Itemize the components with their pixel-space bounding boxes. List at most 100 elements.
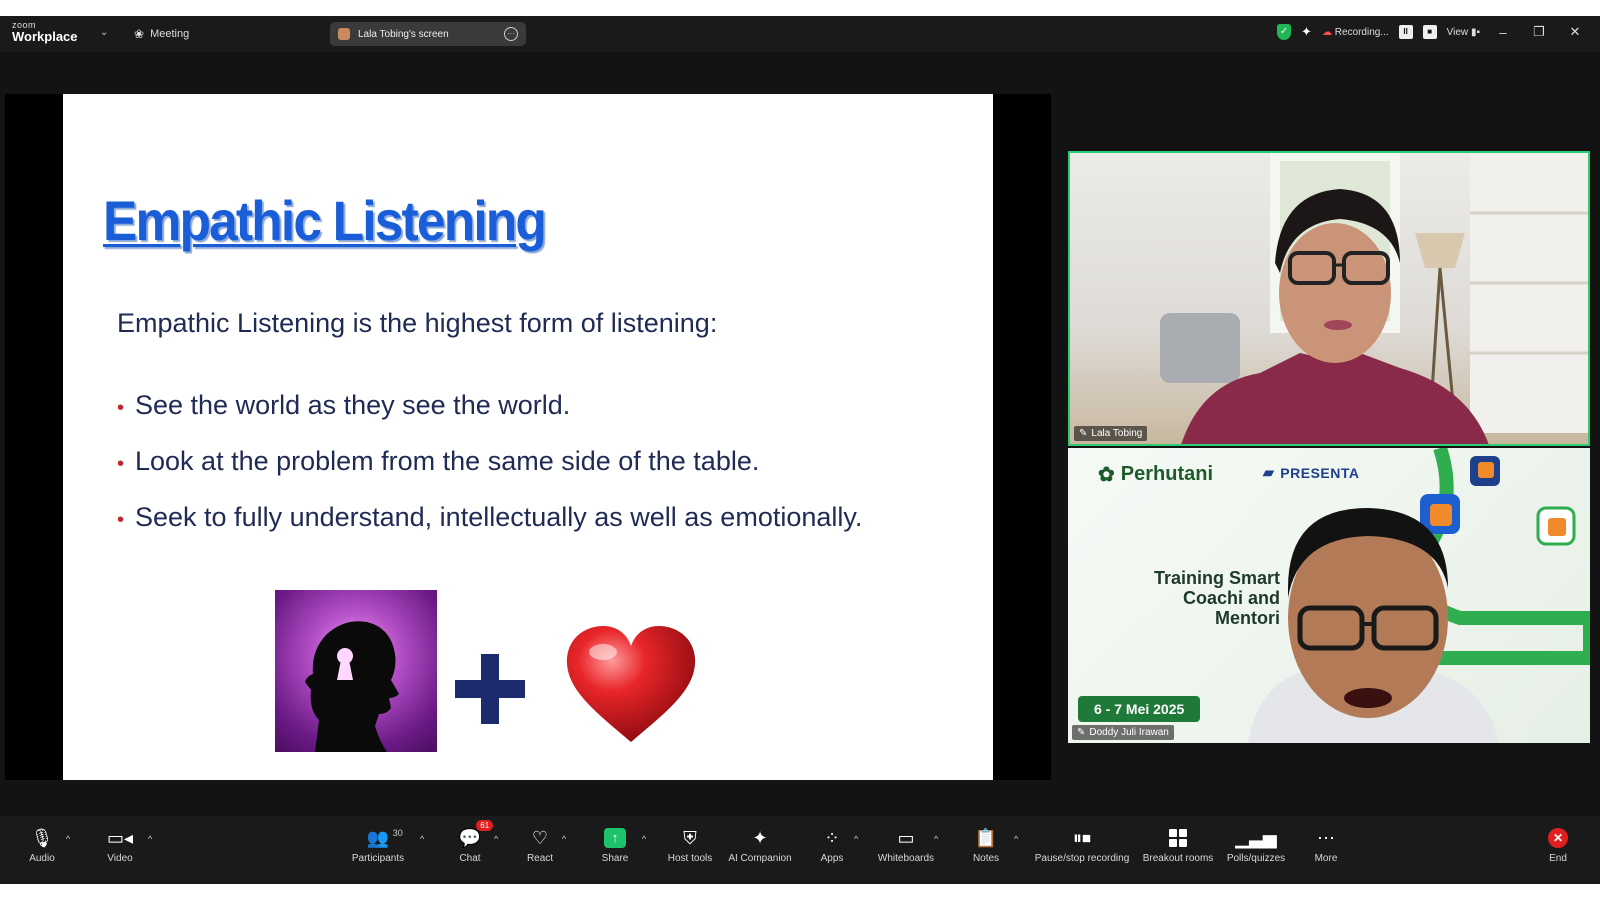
share-label: Share — [601, 853, 629, 864]
more-dots-icon: ⋯ — [1317, 827, 1335, 848]
minimize-icon[interactable]: – — [1490, 25, 1516, 40]
audio-button[interactable]: 🎙 Audio — [0, 826, 87, 865]
heart-icon — [566, 626, 696, 742]
slide-bullets: • See the world as they see the world. • L… — [117, 390, 862, 558]
plus-sign-icon — [455, 654, 525, 724]
room-background — [1160, 153, 1588, 444]
recording-cloud-icon: ☁ — [1321, 26, 1332, 38]
camera-icon: ▭◂ — [106, 827, 134, 848]
head-keyhole-image — [275, 590, 437, 752]
breakout-grid-icon — [1169, 826, 1187, 850]
end-meeting-button[interactable]: ✕ End — [1513, 826, 1600, 864]
notes-options-caret-icon[interactable]: ^ — [1014, 834, 1018, 844]
video-tile-participant[interactable]: ✿ Perhutani ▰ PRESENTA Training Smart Coac… — [1068, 448, 1590, 743]
more-options-icon[interactable]: ··· — [504, 27, 518, 41]
title-bar-right: ✓ ✦ ☁ Recording... II ■ View ▮▪ – ❐ ✕ — [1277, 24, 1588, 40]
host-tools-label: Host tools — [667, 853, 713, 864]
end-icon: ✕ — [1548, 826, 1568, 850]
share-screen-icon: ↑ — [604, 826, 626, 850]
breakout-rooms-button[interactable]: Breakout rooms — [1133, 826, 1223, 864]
close-icon[interactable]: ✕ — [1562, 24, 1588, 40]
bullet-text: Seek to fully understand, intellectually… — [135, 502, 863, 532]
participants-options-caret-icon[interactable]: ^ — [420, 834, 424, 844]
bullet-dot: • — [117, 397, 125, 419]
participants-label: Participants — [351, 853, 405, 864]
react-label: React — [526, 853, 554, 864]
view-grid-icon: ▮▪ — [1470, 26, 1480, 38]
pause-stop-recording-button[interactable]: ⏸⏹ Pause/stop recording — [1035, 826, 1130, 865]
paw-icon: ❀ — [134, 27, 145, 41]
video-button[interactable]: ▭◂ Video — [75, 826, 165, 865]
whiteboard-icon: ▭ — [897, 827, 915, 848]
react-options-caret-icon[interactable]: ^ — [562, 834, 566, 844]
bullet-dot: • — [117, 509, 125, 531]
slide-title: Empathic Listening — [103, 189, 547, 252]
pause-recording-icon[interactable]: II — [1398, 25, 1413, 39]
bullet-text: Look at the problem from the same side o… — [135, 446, 760, 476]
presentation-slide: Empathic Listening Empathic Listening is… — [63, 94, 993, 780]
shared-screen-label: Lala Tobing's screen — [358, 28, 449, 40]
view-button[interactable]: View ▮▪ — [1447, 27, 1480, 38]
chat-unread-badge: 61 — [476, 820, 494, 831]
apps-options-caret-icon[interactable]: ^ — [854, 834, 858, 844]
microphone-icon: 🎙 — [30, 827, 54, 848]
bullet-text: See the world as they see the world. — [135, 390, 571, 420]
event-date-badge: 6 - 7 Mei 2025 — [1078, 696, 1201, 722]
participants-icon: 👥 30 — [366, 827, 403, 848]
logo-big-text: Workplace — [12, 29, 78, 44]
bar-chart-icon: ▁▃▅ — [1235, 827, 1277, 848]
participant-name: Doddy Juli Irawan — [1089, 727, 1169, 738]
zoom-window: zoom Workplace ⌄ ❀ Meeting Lala Tobing's… — [0, 16, 1600, 884]
list-item: • Seek to fully understand, intellectuall… — [117, 502, 862, 558]
ai-sparkle-icon[interactable]: ✦ — [1301, 24, 1312, 40]
pin-icon: ✎ — [1079, 428, 1088, 439]
heart-outline-icon: ♡ — [531, 827, 549, 848]
chevron-down-icon[interactable]: ⌄ — [100, 27, 108, 38]
video-options-caret-icon[interactable]: ^ — [148, 834, 152, 844]
restore-icon[interactable]: ❐ — [1526, 24, 1552, 40]
meeting-menu[interactable]: ❀ Meeting — [134, 27, 189, 41]
notes-icon: 📋 — [974, 827, 998, 848]
notes-label: Notes — [972, 853, 1000, 864]
breakout-rooms-label: Breakout rooms — [1142, 853, 1214, 864]
end-label: End — [1549, 853, 1567, 864]
chat-label: Chat — [459, 853, 481, 864]
list-item: • See the world as they see the world. — [117, 390, 862, 446]
security-shield-icon[interactable]: ✓ — [1277, 24, 1292, 40]
whiteboards-label: Whiteboards — [877, 853, 935, 864]
participant-name-tag: ✎ Lala Tobing — [1074, 426, 1148, 441]
host-shield-icon: ⛨ — [683, 827, 697, 848]
presenter-avatar — [338, 28, 350, 40]
apps-icon: ⁘ — [824, 827, 840, 848]
stop-recording-icon[interactable]: ■ — [1422, 25, 1437, 39]
audio-options-caret-icon[interactable]: ^ — [66, 834, 70, 844]
view-label: View — [1446, 26, 1469, 38]
whiteboards-button[interactable]: ▭ Whiteboards — [861, 826, 951, 865]
meeting-toolbar: 🎙 Audio ^ ▭◂ Video ^ 👥 30 Participants ^ … — [0, 816, 1600, 884]
participant-name: Lala Tobing — [1091, 428, 1143, 439]
meeting-label: Meeting — [150, 28, 190, 40]
participants-count: 30 — [392, 828, 403, 838]
list-item: • Look at the problem from the same side … — [117, 446, 862, 502]
more-label: More — [1314, 853, 1338, 864]
title-bar: zoom Workplace ⌄ ❀ Meeting Lala Tobing's… — [0, 16, 1600, 52]
notes-button[interactable]: 📋 Notes — [941, 826, 1031, 865]
polls-label: Polls/quizzes — [1226, 853, 1286, 864]
shared-screen-pill[interactable]: Lala Tobing's screen ··· — [330, 22, 526, 46]
chat-icon: 💬 61 — [459, 820, 494, 850]
pause-stop-icon: ⏸⏹ — [1073, 827, 1091, 848]
more-button[interactable]: ⋯ More — [1281, 826, 1371, 865]
video-label: Video — [107, 853, 133, 864]
recording-indicator[interactable]: ☁ Recording... — [1322, 27, 1389, 38]
shared-screen-area: Empathic Listening Empathic Listening is… — [5, 94, 1051, 780]
whiteboards-options-caret-icon[interactable]: ^ — [934, 834, 938, 844]
zoom-workplace-logo[interactable]: zoom Workplace — [12, 21, 78, 44]
participants-button[interactable]: 👥 30 Participants — [333, 826, 423, 865]
recording-label: Recording... — [1334, 26, 1389, 38]
bullet-dot: • — [117, 453, 125, 475]
slide-intro: Empathic Listening is the highest form o… — [117, 308, 718, 338]
pin-icon: ✎ — [1077, 727, 1086, 738]
video-tile-active-speaker[interactable]: ✎ Lala Tobing — [1068, 151, 1590, 446]
participant-name-tag: ✎ Doddy Juli Irawan — [1072, 725, 1174, 740]
ai-companion-label: AI Companion — [728, 853, 792, 864]
